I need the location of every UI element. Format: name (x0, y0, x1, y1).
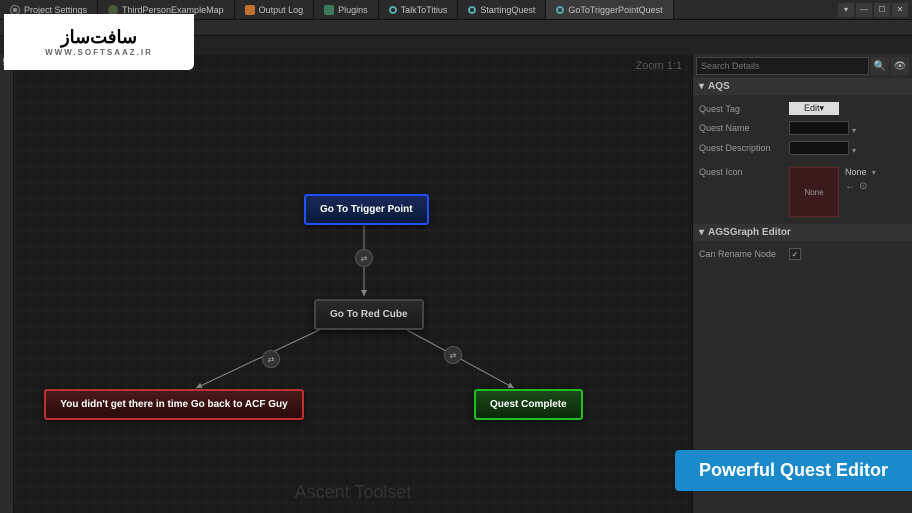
chevron-down-icon[interactable]: ▾ (852, 126, 856, 135)
filter-icon[interactable]: 👁 (891, 57, 909, 75)
rename-checkbox[interactable]: ✓ (789, 248, 801, 260)
log-icon (245, 5, 255, 15)
details-search-row: 🔍 👁 (693, 54, 912, 78)
caret-down-icon: ▾ (699, 227, 704, 238)
quest-icon (556, 6, 564, 14)
main-area: Bl Zoom 1:1 Go To Trigger Point ⇄ Go To … (0, 54, 912, 513)
section-aqs-body: Quest Tag Edit▾ Quest Name ▾ Quest Descr… (693, 95, 912, 224)
browse-icon[interactable]: ← (845, 181, 855, 192)
tab-trigger-quest[interactable]: GoToTriggerPointQuest (546, 0, 673, 19)
quest-desc-input[interactable] (789, 141, 849, 155)
section-editor-body: Can Rename Node ✓ (693, 241, 912, 267)
close-icon[interactable]: ✕ (892, 3, 908, 17)
prop-quest-desc: Quest Description ▾ (699, 138, 906, 158)
node-red-cube[interactable]: Go To Red Cube (314, 299, 424, 330)
tab-starting-quest[interactable]: StartingQuest (458, 0, 546, 19)
search-input[interactable] (696, 57, 869, 75)
chevron-down-icon[interactable]: ▾ (852, 146, 856, 155)
link-icon[interactable]: ⇄ (355, 249, 373, 267)
prop-quest-tag: Quest Tag Edit▾ (699, 99, 906, 118)
globe-icon (108, 5, 118, 15)
logo-text: سافت‌ساز (61, 27, 137, 48)
use-icon[interactable]: ⊙ (859, 181, 867, 192)
gear-icon (10, 5, 20, 15)
link-icon[interactable]: ⇄ (262, 350, 280, 368)
tab-plugins[interactable]: Plugins (314, 0, 379, 19)
left-sidebar[interactable]: Bl (0, 54, 14, 513)
node-complete[interactable]: Quest Complete (474, 389, 583, 420)
prop-quest-icon: Quest Icon None None ▾ ← ⊙ (699, 164, 906, 220)
zoom-indicator: Zoom 1:1 (636, 60, 682, 72)
node-fail[interactable]: You didn't get there in time Go back to … (44, 389, 304, 420)
search-icon[interactable]: 🔍 (871, 57, 889, 75)
logo-subtext: WWW.SOFTSAAZ.IR (45, 48, 153, 57)
graph-canvas[interactable]: Zoom 1:1 Go To Trigger Point ⇄ Go To Red… (14, 54, 692, 513)
maximize-icon[interactable]: ☐ (874, 3, 890, 17)
prop-quest-name: Quest Name ▾ (699, 118, 906, 138)
node-trigger-point[interactable]: Go To Trigger Point (304, 194, 429, 225)
logo-overlay: سافت‌ساز WWW.SOFTSAAZ.IR (4, 14, 194, 70)
icon-swatch[interactable]: None (789, 167, 839, 217)
window-controls: ▾ — ☐ ✕ (838, 3, 912, 17)
section-editor-header[interactable]: ▾ AGSGraph Editor (693, 224, 912, 241)
window-drop-icon[interactable]: ▾ (838, 3, 854, 17)
caret-down-icon: ▾ (699, 81, 704, 92)
banner: Powerful Quest Editor (675, 450, 912, 491)
plugin-icon (324, 5, 334, 15)
tab-output-log[interactable]: Output Log (235, 0, 315, 19)
tab-talk-titius[interactable]: TalkToTitius (379, 0, 459, 19)
quest-icon (389, 6, 397, 14)
watermark: Ascent Toolset (295, 482, 412, 503)
chevron-down-icon[interactable]: ▾ (870, 168, 876, 177)
quest-icon (468, 6, 476, 14)
section-aqs-header[interactable]: ▾ AQS (693, 78, 912, 95)
quest-tag-button[interactable]: Edit▾ (789, 102, 839, 115)
edges-layer (14, 54, 692, 513)
quest-name-input[interactable] (789, 121, 849, 135)
details-panel: 🔍 👁 ▾ AQS Quest Tag Edit▾ Quest Name ▾ Q… (692, 54, 912, 513)
prop-rename-node: Can Rename Node ✓ (699, 245, 906, 263)
minimize-icon[interactable]: — (856, 3, 872, 17)
link-icon[interactable]: ⇄ (444, 346, 462, 364)
